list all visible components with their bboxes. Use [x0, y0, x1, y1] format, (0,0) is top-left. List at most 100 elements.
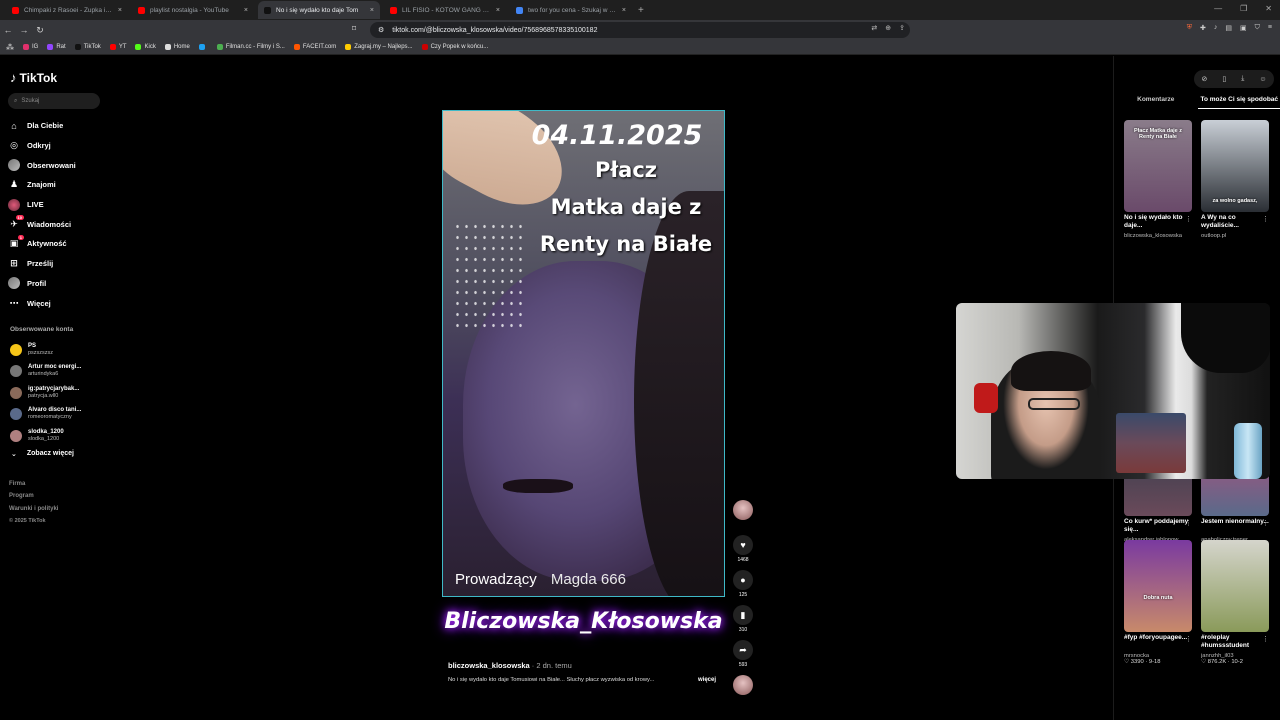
- see-more-button[interactable]: ⌄ Zobacz więcej: [11, 450, 74, 458]
- brave-shield-icon[interactable]: ⛨: [1187, 24, 1192, 32]
- tab-comments[interactable]: Komentarze: [1114, 96, 1198, 109]
- browser-tab[interactable]: LIL FISIO - KOTÓW GANG (PARODIA ×: [384, 1, 506, 19]
- followed-account[interactable]: PS pszszszsz: [10, 339, 110, 361]
- tab-close-icon[interactable]: ×: [496, 7, 500, 14]
- sidebar-item[interactable]: ⊞ Prześlij: [8, 254, 108, 274]
- restore-icon[interactable]: ❐: [1240, 4, 1247, 13]
- reload-icon[interactable]: ↻: [32, 25, 48, 36]
- user-avatar-icon[interactable]: ☺: [1259, 76, 1266, 83]
- vpn-icon[interactable]: ⛉: [1255, 24, 1260, 32]
- bookmark-item[interactable]: Rat: [47, 44, 66, 50]
- description-more-button[interactable]: więcej: [698, 677, 716, 683]
- bookmark-item[interactable]: Kick: [135, 44, 156, 50]
- footer-company[interactable]: Firma: [9, 478, 58, 490]
- tab-close-icon[interactable]: ×: [622, 7, 626, 14]
- avatar[interactable]: [733, 500, 753, 520]
- forward-icon[interactable]: →: [16, 25, 32, 35]
- sidebar-item[interactable]: Obserwowani: [8, 155, 108, 175]
- close-window-icon[interactable]: ✕: [1265, 4, 1272, 13]
- bookmark-item[interactable]: Czy Popek w końcu...: [421, 44, 488, 50]
- card-menu-icon[interactable]: ⋮: [1185, 635, 1192, 643]
- followed-account[interactable]: slodka_1200 slodka_1200: [10, 425, 110, 447]
- save-button[interactable]: ▮ 310: [731, 605, 755, 640]
- footer-program[interactable]: Program: [9, 490, 58, 502]
- card-menu-icon[interactable]: ⋮: [1262, 215, 1269, 223]
- bookmark-item[interactable]: TikTok: [74, 44, 101, 50]
- sidebar-item[interactable]: ◎ Odkryj: [8, 136, 108, 156]
- share-arrow-icon: ➦: [733, 640, 753, 660]
- bookmark-item[interactable]: YT: [109, 44, 126, 50]
- minimize-icon[interactable]: —: [1214, 4, 1222, 13]
- creator-avatar[interactable]: [731, 500, 755, 535]
- bookmark-item[interactable]: FACEIT.com: [293, 44, 336, 50]
- recommended-video-card[interactable]: #roleplay #humssstudent jannzhh_il03 ♡ 876…: [1201, 540, 1271, 665]
- browser-tab[interactable]: two for you cena - Szukaj w Google ×: [510, 1, 632, 19]
- tab-close-icon[interactable]: ×: [118, 7, 122, 14]
- card-menu-icon[interactable]: ⋮: [1185, 215, 1192, 223]
- bookmark-item[interactable]: IG: [23, 44, 38, 50]
- share-icon[interactable]: ⇪: [899, 24, 905, 32]
- sidebar-icon[interactable]: ▤: [1225, 24, 1232, 32]
- video-thumbnail[interactable]: [1201, 540, 1269, 632]
- followed-account[interactable]: ig:patrycjarybak... patrycja.wll0: [10, 382, 110, 404]
- wallet-icon[interactable]: ▣: [1240, 24, 1247, 32]
- card-menu-icon[interactable]: ⋮: [1262, 519, 1269, 527]
- translate-icon[interactable]: ⇄: [871, 24, 877, 32]
- share-button[interactable]: ➦ 593: [731, 640, 755, 675]
- video-author[interactable]: bliczowska_klosowska · 2 dn. temu: [448, 661, 572, 670]
- sidebar-item[interactable]: Profil: [8, 274, 108, 294]
- address-bar[interactable]: ⚙ tiktok.com/@bliczowska_klosowska/video…: [370, 22, 910, 38]
- followed-account[interactable]: Alvaro disco tani... romeoromatyczny: [10, 404, 110, 426]
- followed-account[interactable]: Artur moc energi... arturindyka6: [10, 361, 110, 383]
- browser-tab[interactable]: playlist nostalgia - YouTube ×: [132, 1, 254, 19]
- author-name[interactable]: bliczowska_klosowska: [448, 661, 530, 670]
- bookmark-item[interactable]: Zagraj.my – Najleps...: [345, 44, 413, 50]
- zoom-icon[interactable]: ⊕: [885, 24, 891, 32]
- video-thumbnail[interactable]: Płacz Matka daje z Renty na Białe: [1124, 120, 1192, 212]
- tab-close-icon[interactable]: ×: [370, 7, 374, 14]
- site-info-icon[interactable]: ⚙: [378, 26, 384, 34]
- tab-recommended[interactable]: To może Ci się spodobać: [1197, 96, 1280, 109]
- sidebar-item[interactable]: ⌂ Dla Ciebie: [8, 116, 108, 136]
- apps-icon[interactable]: ⁂: [6, 43, 14, 52]
- bookmark-item[interactable]: [198, 44, 208, 50]
- card-menu-icon[interactable]: ⋮: [1185, 519, 1192, 527]
- sidebar-item[interactable]: ♟ Znajomi: [8, 175, 108, 195]
- new-tab-button[interactable]: +: [638, 5, 644, 16]
- sidebar-item[interactable]: ⋯ Więcej: [8, 293, 108, 313]
- sidebar-item[interactable]: ▣ 1 Aktywność: [8, 234, 108, 254]
- bookmark-label: Filman.cc - Filmy i S...: [225, 44, 285, 50]
- recommended-video-card[interactable]: za wolno gadasz, A Wy na co wydaliście...…: [1201, 120, 1271, 239]
- bookmark-item[interactable]: Filman.cc - Filmy i S...: [216, 44, 285, 50]
- search-input[interactable]: ⌕ Szukaj: [8, 93, 100, 109]
- sound-avatar[interactable]: [731, 675, 755, 710]
- download-icon[interactable]: ⤓: [1241, 75, 1244, 83]
- bookmark-item[interactable]: Home: [164, 44, 190, 50]
- followed-account-text: Alvaro disco tani... romeoromatyczny: [28, 407, 81, 421]
- recommended-video-card[interactable]: Dobra nuta #fyp #foryoupagee... mrsnocka ♡ …: [1124, 540, 1194, 665]
- like-button[interactable]: ♥ 1468: [731, 535, 755, 570]
- video-thumbnail[interactable]: za wolno gadasz,: [1201, 120, 1269, 212]
- back-icon[interactable]: ←: [0, 25, 16, 35]
- tab-close-icon[interactable]: ×: [244, 7, 248, 14]
- menu-icon[interactable]: ≡: [1268, 24, 1272, 32]
- comment-button[interactable]: ● 125: [731, 570, 755, 605]
- sidebar-item[interactable]: ✈ 10 Wiadomości: [8, 214, 108, 234]
- heart-icon: ♥: [733, 535, 753, 555]
- video-thumbnail[interactable]: Dobra nuta: [1124, 540, 1192, 632]
- embed-icon[interactable]: ⊘: [1202, 75, 1208, 83]
- sidebar-item-label: Dla Ciebie: [27, 121, 64, 131]
- media-icon[interactable]: ♪: [1214, 24, 1218, 32]
- browser-tab[interactable]: No i się wydało kto daje Tom ×: [258, 1, 380, 19]
- phone-icon[interactable]: ▯: [1222, 75, 1226, 83]
- comment-count: 125: [738, 592, 748, 598]
- recommended-video-card[interactable]: Płacz Matka daje z Renty na Białe No i si…: [1124, 120, 1194, 239]
- sidebar-item[interactable]: LIVE: [8, 195, 108, 215]
- card-menu-icon[interactable]: ⋮: [1262, 635, 1269, 643]
- followed-username: patrycja.wll0: [28, 392, 59, 399]
- tiktok-logo[interactable]: ♪ TikTok: [10, 70, 57, 85]
- footer-terms[interactable]: Warunki i polityki: [9, 503, 58, 515]
- browser-tab[interactable]: Chimpaki z Rasoei - Zupka i hambory ×: [6, 1, 128, 19]
- extension-icon[interactable]: ✚: [1200, 24, 1206, 32]
- bookmark-icon[interactable]: ⌑: [352, 24, 356, 33]
